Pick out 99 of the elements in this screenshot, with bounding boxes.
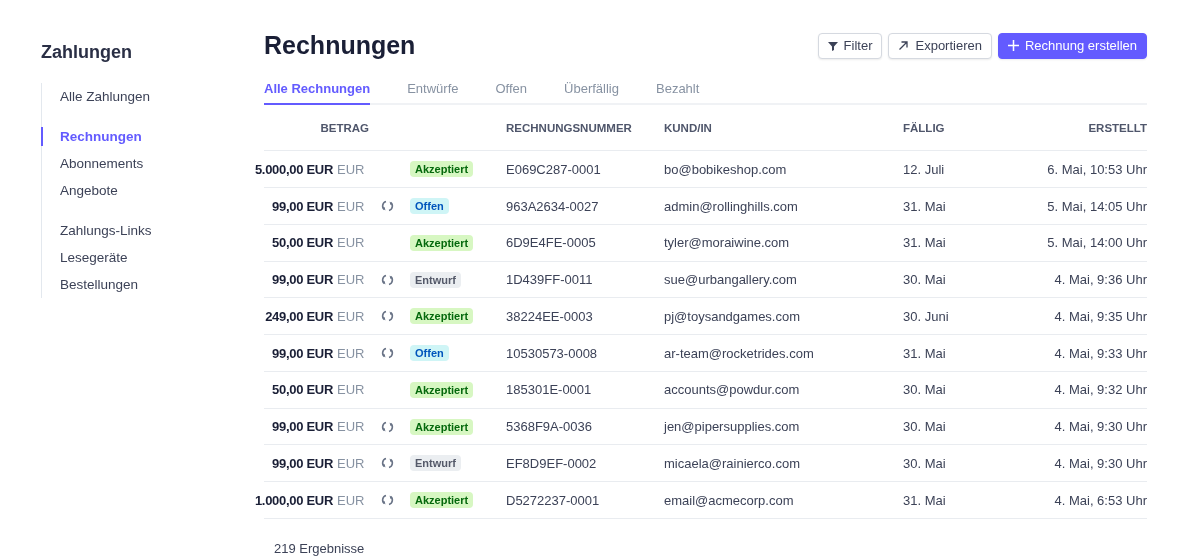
column-header[interactable]: KUND/IN [664, 121, 712, 134]
created-date-cell: 4. Mai, 9:33 Uhr [1054, 345, 1147, 361]
invoice-number-cell: E069C287-0001 [506, 161, 601, 177]
amount-cell: 99,00 EUR [272, 455, 333, 471]
created-date-cell: 4. Mai, 9:35 Uhr [1054, 308, 1147, 324]
sidebar-item[interactable]: Rechnungen [41, 127, 142, 146]
filter-icon [827, 40, 838, 51]
status-badge: Offen [410, 345, 449, 362]
export-button[interactable]: Exportieren [888, 32, 992, 59]
currency-cell: EUR [337, 345, 365, 361]
due-date-cell: 31. Mai [903, 198, 946, 214]
sidebar-item[interactable]: Lesegeräte [41, 248, 128, 267]
amount-cell: 1.000,00 EUR [254, 492, 333, 508]
currency-cell: EUR [337, 382, 365, 398]
status-badge: Akzeptiert [410, 308, 474, 325]
recurring-icon [381, 200, 394, 212]
results-count: 219 Ergebnisse [274, 541, 366, 556]
currency-cell: EUR [337, 492, 365, 508]
created-date-cell: 4. Mai, 9:36 Uhr [1054, 272, 1147, 288]
customer-cell: accounts@powdur.com [664, 382, 800, 398]
column-header[interactable]: BETRAG [320, 121, 369, 134]
created-date-cell: 4. Mai, 9:30 Uhr [1054, 419, 1147, 435]
currency-cell: EUR [337, 308, 365, 324]
created-date-cell: 5. Mai, 14:00 Uhr [1047, 235, 1147, 251]
currency-cell: EUR [337, 235, 365, 251]
customer-cell: sue@urbangallery.com [664, 272, 797, 288]
sidebar-item[interactable]: Abonnements [41, 154, 144, 173]
amount-cell: 50,00 EUR [272, 235, 333, 251]
created-date-cell: 4. Mai, 9:32 Uhr [1054, 382, 1147, 398]
filter-button[interactable]: Filter [817, 32, 883, 59]
recurring-icon [381, 347, 394, 360]
currency-cell: EUR [337, 198, 365, 214]
invoice-number-cell: 38224EE-0003 [506, 308, 593, 324]
status-badge: Offen [410, 198, 449, 214]
due-date-cell: 31. Mai [903, 492, 946, 508]
currency-cell: EUR [337, 419, 365, 435]
recurring-icon [381, 273, 394, 286]
invoice-number-cell: 185301E-0001 [506, 382, 592, 398]
created-date-cell: 6. Mai, 10:53 Uhr [1047, 161, 1147, 177]
recurring-icon [381, 420, 394, 433]
customer-cell: email@acmecorp.com [664, 492, 794, 508]
column-header[interactable]: FÄLLIG [903, 121, 945, 134]
due-date-cell: 31. Mai [903, 345, 946, 361]
amount-cell: 99,00 EUR [272, 272, 333, 288]
status-badge: Entwurf [410, 271, 461, 288]
invoice-number-cell: 963A2634-0027 [506, 198, 599, 214]
customer-cell: tyler@moraiwine.com [664, 235, 790, 251]
due-date-cell: 30. Mai [903, 272, 946, 288]
currency-cell: EUR [337, 272, 365, 288]
invoice-number-cell: 6D9E4FE-0005 [506, 235, 596, 251]
invoice-number-cell: 5368F9A-0036 [506, 419, 592, 435]
due-date-cell: 30. Juni [903, 308, 949, 324]
page-title: Rechnungen [264, 31, 416, 61]
customer-cell: admin@rollinghills.com [664, 198, 798, 214]
created-date-cell: 5. Mai, 14:05 Uhr [1047, 198, 1147, 214]
created-date-cell: 4. Mai, 9:30 Uhr [1054, 455, 1147, 471]
plus-icon [1007, 40, 1019, 52]
invoice-number-cell: D5272237-0001 [506, 492, 600, 508]
tab[interactable]: Alle Rechnungen [264, 78, 371, 106]
sidebar-item[interactable]: Bestellungen [41, 275, 139, 294]
arrow-icon [898, 40, 910, 52]
amount-cell: 249,00 EUR [265, 308, 333, 324]
recurring-icon [381, 494, 394, 507]
due-date-cell: 31. Mai [903, 235, 946, 251]
invoice-number-cell: 1D439FF-0011 [506, 272, 593, 288]
column-header[interactable]: RECHNUNGSNUMMER [506, 121, 632, 134]
status-badge: Akzeptiert [410, 161, 474, 178]
amount-cell: 99,00 EUR [272, 419, 333, 435]
amount-cell: 50,00 EUR [272, 382, 333, 398]
column-header[interactable]: ERSTELLT [1088, 121, 1147, 134]
customer-cell: jen@pipersupplies.com [664, 419, 800, 435]
sidebar-item[interactable]: Angebote [41, 181, 118, 200]
status-badge: Akzeptiert [410, 418, 474, 435]
customer-cell: ar-team@rocketrides.com [664, 345, 814, 361]
created-date-cell: 4. Mai, 6:53 Uhr [1054, 492, 1147, 508]
sidebar-item[interactable]: Zahlungs-Links [41, 221, 152, 240]
sidebar-item[interactable]: Alle Zahlungen [41, 87, 151, 106]
status-badge: Akzeptiert [410, 492, 474, 509]
amount-cell: 99,00 EUR [272, 345, 333, 361]
sidebar-title: Zahlungen [41, 42, 132, 63]
invoice-number-cell: 10530573-0008 [506, 345, 598, 361]
currency-cell: EUR [337, 455, 365, 471]
status-badge: Akzeptiert [410, 234, 474, 251]
currency-cell: EUR [337, 161, 365, 177]
recurring-icon [381, 310, 394, 323]
invoice-number-cell: EF8D9EF-0002 [506, 455, 597, 471]
status-badge: Entwurf [410, 455, 461, 472]
amount-cell: 99,00 EUR [272, 198, 333, 214]
customer-cell: bo@bobikeshop.com [664, 161, 787, 177]
due-date-cell: 30. Mai [903, 455, 946, 471]
amount-cell: 5.000,00 EUR [254, 161, 333, 177]
recurring-icon [381, 457, 394, 470]
customer-cell: pj@toysandgames.com [664, 308, 801, 324]
due-date-cell: 30. Mai [903, 419, 946, 435]
due-date-cell: 12. Juli [903, 161, 945, 177]
status-badge: Akzeptiert [410, 381, 474, 398]
customer-cell: micaela@rainierco.com [664, 455, 801, 471]
due-date-cell: 30. Mai [903, 382, 946, 398]
create-button[interactable]: Rechnung erstellen [997, 32, 1147, 59]
